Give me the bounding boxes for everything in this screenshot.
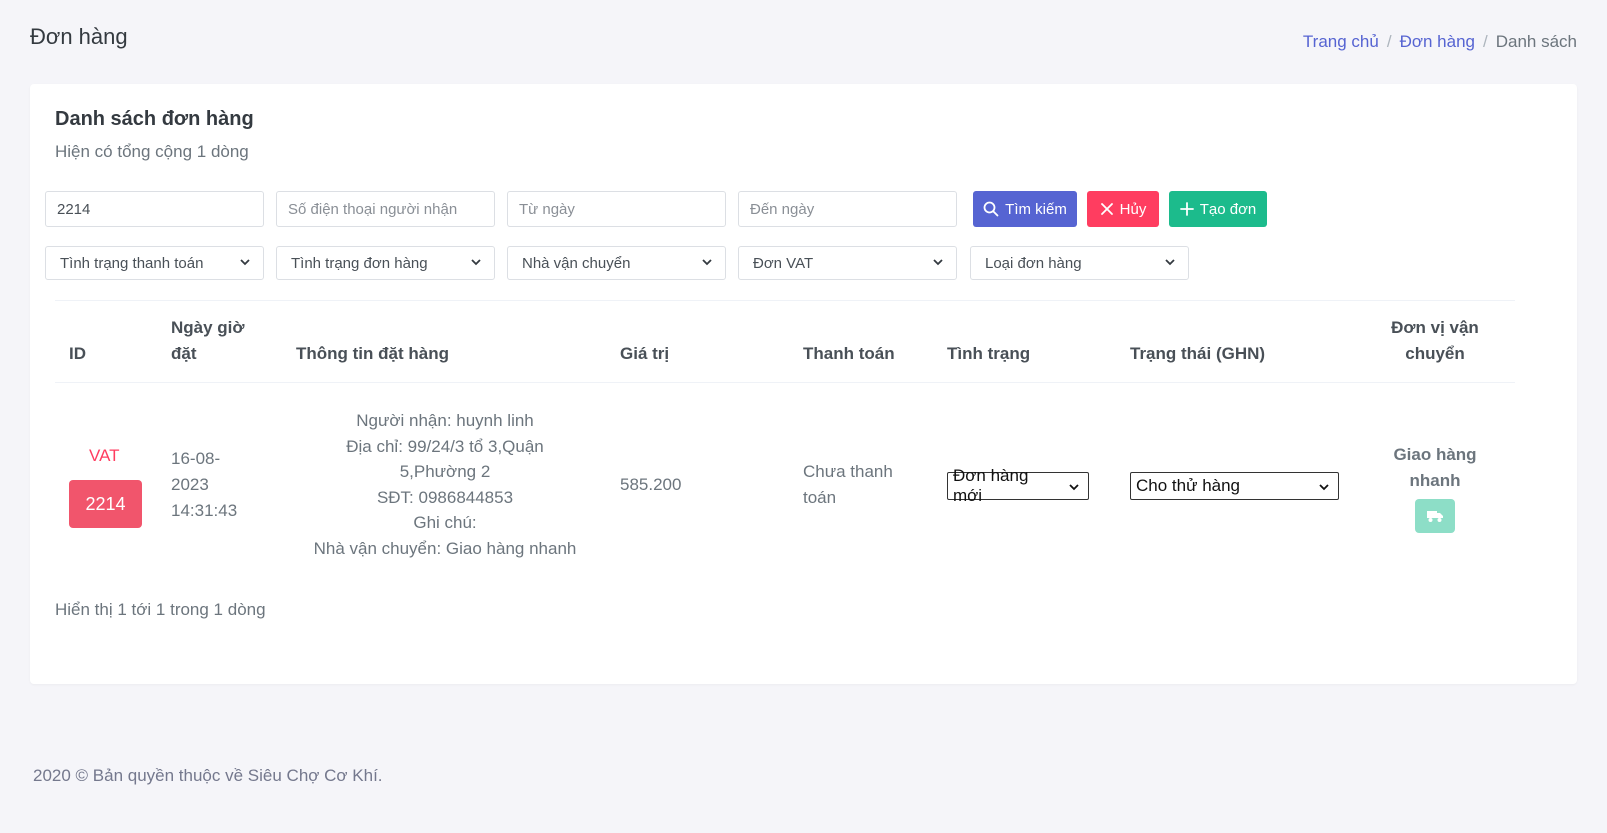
breadcrumb-separator: / [1482, 32, 1488, 51]
cancel-button[interactable]: Hủy [1087, 191, 1159, 227]
column-header-status: Tình trạng [947, 344, 1031, 363]
card-title: Danh sách đơn hàng [55, 108, 254, 130]
order-info-address: Địa chỉ: 99/24/3 tổ 3,Quận [346, 436, 544, 456]
column-header-carrier-line1: Đơn vị vận [1391, 318, 1479, 337]
breadcrumb-home-link[interactable]: Trang chủ [1303, 32, 1379, 52]
chevron-down-icon [240, 259, 250, 266]
ghn-status-dropdown[interactable]: Cho thử hàng [1130, 472, 1339, 500]
search-button-label: Tìm kiếm [1005, 200, 1067, 218]
chevron-down-icon [1319, 484, 1329, 491]
footer-copyright: 2020 © Bản quyền thuộc về Siêu Chợ Cơ Kh… [33, 766, 383, 785]
order-type-select-value: Loại đơn hàng [985, 254, 1082, 272]
cancel-button-label: Hủy [1119, 200, 1147, 218]
search-icon [983, 201, 999, 217]
page-title: Đơn hàng [30, 24, 128, 49]
order-info-phone: SĐT: 0986844853 [376, 487, 514, 507]
table-top-border [55, 300, 1515, 301]
close-icon [1100, 203, 1113, 215]
column-header-id: ID [69, 344, 86, 363]
carrier-name: Giao hàng nhanh [1385, 442, 1485, 494]
order-date-time: 14:31:43 [171, 501, 238, 520]
column-header-date: Ngày giờ đặt [171, 315, 245, 367]
ship-order-button[interactable] [1415, 499, 1455, 533]
search-button[interactable]: Tìm kiếm [973, 191, 1077, 227]
chevron-down-icon [1165, 259, 1175, 266]
to-date-input[interactable] [738, 191, 957, 227]
phone-input[interactable] [276, 191, 495, 227]
column-header-carrier-line2: chuyển [1405, 344, 1465, 363]
column-header-carrier: Đơn vị vận chuyển [1375, 315, 1495, 367]
page-title-bar: Đơn hàng Trang chủ / Đơn hàng / Danh sác… [30, 22, 1577, 52]
order-date-day: 16-08- [171, 449, 221, 468]
carrier-name-line2: nhanh [1409, 471, 1461, 490]
order-type-select[interactable]: Loại đơn hàng [970, 246, 1189, 280]
order-info: Người nhận: huynh linh Địa chỉ: 99/24/3 … [295, 408, 595, 562]
order-info-receiver: Người nhận: huynh linh [356, 411, 534, 430]
order-status-select-value: Tình trạng đơn hàng [291, 254, 428, 272]
order-info-note: Ghi chú: [413, 513, 477, 533]
payment-status-select[interactable]: Tình trạng thanh toán [45, 246, 264, 280]
order-id-input[interactable] [45, 191, 264, 227]
carrier-select[interactable]: Nhà vận chuyển [507, 246, 726, 280]
payment-status-line1: Chưa thanh [803, 462, 893, 481]
column-header-date-line1: Ngày giờ [171, 318, 245, 337]
order-status-dropdown[interactable]: Đơn hàng mới [947, 466, 1089, 505]
column-header-payment: Thanh toán [803, 344, 895, 363]
order-status-dropdown-value: Đơn hàng mới [953, 466, 1029, 505]
order-info-address-cont: 5,Phường 2 [399, 462, 491, 482]
create-order-button-label: Tạo đơn [1199, 200, 1257, 218]
vat-select[interactable]: Đơn VAT [738, 246, 957, 280]
orders-card: Danh sách đơn hàng Hiện có tổng cộng 1 d… [30, 84, 1577, 684]
vat-label: VAT [89, 446, 120, 465]
pagination-info: Hiển thị 1 tới 1 trong 1 dòng [55, 600, 266, 619]
ghn-status-dropdown-value: Cho thử hàng [1136, 476, 1241, 495]
chevron-down-icon [702, 259, 712, 266]
column-header-ghn-status: Trạng thái (GHN) [1130, 344, 1266, 363]
chevron-down-icon [471, 259, 481, 266]
chevron-down-icon [933, 259, 943, 266]
breadcrumb-separator: / [1386, 32, 1392, 51]
vat-select-value: Đơn VAT [753, 254, 814, 272]
carrier-name-line1: Giao hàng [1393, 445, 1477, 464]
breadcrumb: Trang chủ / Đơn hàng / Danh sách [1303, 32, 1577, 52]
payment-status-select-value: Tình trạng thanh toán [60, 254, 204, 272]
order-date: 16-08- 2023 14:31:43 [171, 446, 237, 524]
breadcrumb-current: Danh sách [1495, 32, 1577, 51]
payment-status-line2: toán [803, 488, 837, 507]
carrier-select-value: Nhà vận chuyển [522, 254, 631, 272]
from-date-input[interactable] [507, 191, 726, 227]
plus-icon [1179, 202, 1194, 216]
column-header-date-line2: đặt [171, 344, 197, 363]
order-status-select[interactable]: Tình trạng đơn hàng [276, 246, 495, 280]
column-header-value: Giá trị [620, 344, 670, 363]
order-info-carrier: Nhà vận chuyển: Giao hàng nhanh [313, 538, 577, 558]
chevron-down-icon [1069, 484, 1079, 491]
payment-status: Chưa thanh toán [803, 459, 893, 511]
order-value: 585.200 [620, 475, 682, 494]
create-order-button[interactable]: Tạo đơn [1169, 191, 1267, 227]
card-subtitle: Hiện có tổng cộng 1 dòng [55, 142, 249, 161]
column-header-info: Thông tin đặt hàng [296, 344, 449, 363]
breadcrumb-orders-link[interactable]: Đơn hàng [1400, 32, 1475, 52]
table-header-border [55, 382, 1515, 383]
order-id-badge[interactable]: 2214 [69, 480, 142, 528]
truck-icon [1427, 511, 1443, 522]
order-date-year: 2023 [171, 475, 209, 494]
